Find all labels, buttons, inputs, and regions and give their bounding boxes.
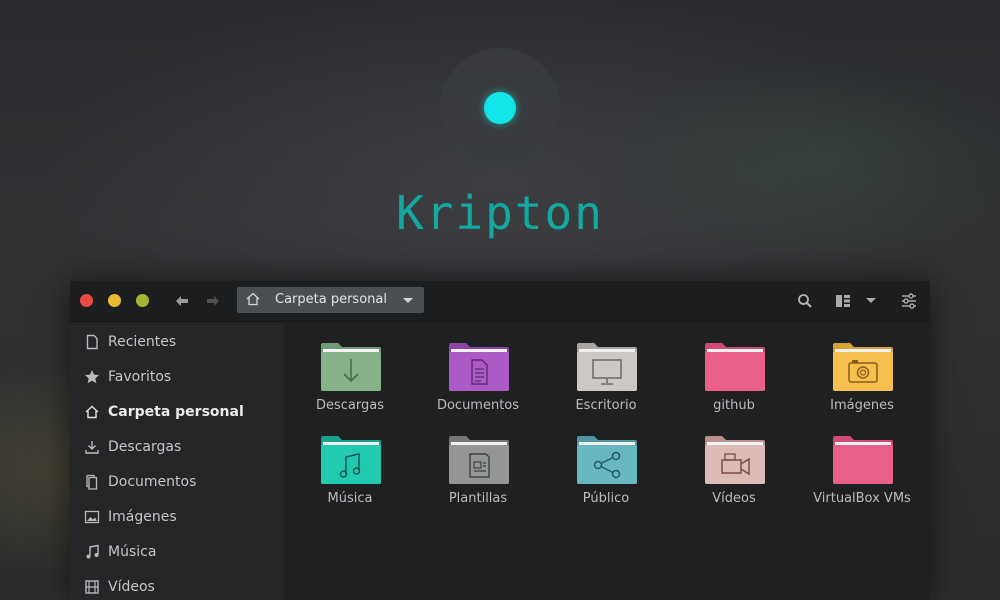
music-icon (86, 544, 99, 559)
home-icon (246, 292, 260, 306)
location-pathbar[interactable]: Carpeta personal (237, 287, 424, 313)
close-window-button[interactable] (80, 294, 93, 307)
folder-item-publico[interactable]: Público (546, 419, 666, 509)
logo-dot-icon (484, 92, 516, 124)
image-icon (84, 510, 100, 524)
sidebar: Recientes Favoritos Carpeta personal Des… (70, 322, 284, 600)
sidebar-item-descargas[interactable]: Descargas (70, 430, 284, 465)
sidebar-item-recientes[interactable]: Recientes (70, 325, 284, 360)
folder-item-musica[interactable]: Música (290, 419, 410, 509)
back-button[interactable] (171, 291, 193, 311)
folder-pictures-icon (833, 343, 893, 391)
file-manager-window: Carpeta personal Recientes Favoritos Car… (70, 281, 930, 600)
kripton-logo (440, 48, 560, 168)
arrow-right-icon (207, 296, 219, 306)
file-grid: Descargas Documentos Escritorio github I… (284, 322, 930, 600)
folder-documents-icon (449, 343, 509, 391)
grid-view-icon[interactable] (834, 292, 852, 310)
maximize-window-button[interactable] (136, 294, 149, 307)
folder-item-imagenes[interactable]: Imágenes (802, 326, 922, 416)
folder-item-documentos[interactable]: Documentos (418, 326, 538, 416)
folder-icon (833, 436, 893, 484)
folder-download-icon (321, 343, 381, 391)
minimize-window-button[interactable] (108, 294, 121, 307)
sidebar-item-imagenes[interactable]: Imágenes (70, 500, 284, 535)
folder-templates-icon (449, 436, 509, 484)
folder-item-videos[interactable]: Vídeos (674, 419, 794, 509)
sidebar-item-carpeta-personal[interactable]: Carpeta personal (70, 395, 284, 430)
folder-item-github[interactable]: github (674, 326, 794, 416)
download-icon (85, 441, 99, 454)
search-icon[interactable] (796, 292, 814, 310)
sidebar-item-documentos[interactable]: Documentos (70, 465, 284, 500)
folder-desktop-icon (577, 343, 637, 391)
folder-icon (705, 343, 765, 391)
home-icon (85, 405, 99, 419)
folder-music-icon (321, 436, 381, 484)
folder-item-escritorio[interactable]: Escritorio (546, 326, 666, 416)
documents-icon (86, 474, 98, 490)
chevron-down-icon[interactable] (866, 298, 876, 303)
document-icon (86, 334, 98, 350)
forward-button[interactable] (202, 291, 224, 311)
folder-item-plantillas[interactable]: Plantillas (418, 419, 538, 509)
folder-videos-icon (705, 436, 765, 484)
titlebar: Carpeta personal (70, 281, 930, 322)
folder-item-descargas[interactable]: Descargas (290, 326, 410, 416)
sidebar-item-videos[interactable]: Vídeos (70, 570, 284, 600)
arrow-left-icon (176, 296, 188, 306)
folder-item-virtualbox-vms[interactable]: VirtualBox VMs (802, 419, 922, 509)
film-icon (85, 580, 99, 594)
path-label: Carpeta personal (275, 292, 387, 307)
path-dropdown-icon[interactable] (403, 298, 413, 303)
brand-header: Kripton (0, 0, 1000, 270)
sidebar-item-favoritos[interactable]: Favoritos (70, 360, 284, 395)
sidebar-item-musica[interactable]: Música (70, 535, 284, 570)
settings-sliders-icon[interactable] (900, 292, 918, 310)
brand-name: Kripton (396, 186, 604, 240)
star-icon (85, 370, 99, 384)
folder-public-icon (577, 436, 637, 484)
